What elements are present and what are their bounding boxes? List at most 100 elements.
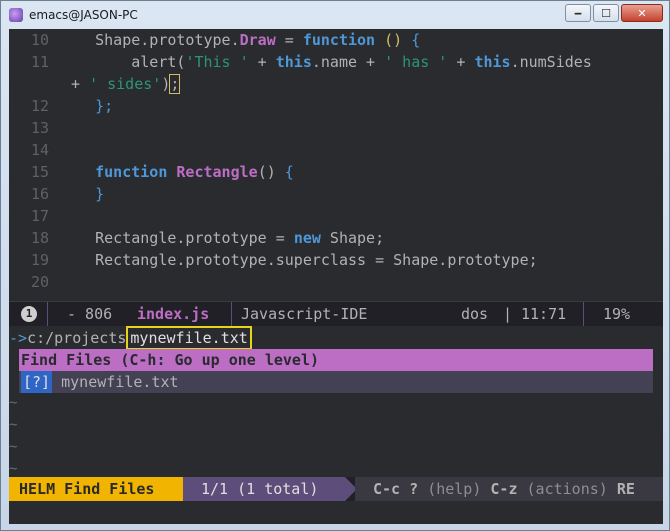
- line-number: 12: [30, 97, 49, 115]
- line-number: 18: [30, 229, 49, 247]
- code-line[interactable]: 10 Shape.prototype.Draw = function () {: [9, 29, 663, 51]
- line-number: 13: [30, 119, 49, 137]
- code-line[interactable]: 15 function Rectangle() {: [9, 161, 663, 183]
- empty-line-tilde: ~: [9, 417, 18, 433]
- line-number: 19: [30, 251, 49, 269]
- code-line[interactable]: + ' sides');: [9, 73, 663, 95]
- line-number: 17: [30, 207, 49, 225]
- code-token: ;: [169, 74, 181, 94]
- code-token: this: [275, 53, 312, 71]
- code-token: Shape;: [320, 229, 385, 247]
- mode-line: 1 - 806 index.js Javascript-IDE dos | 11…: [9, 301, 663, 326]
- window-number-badge: 1: [21, 306, 37, 322]
- helm-source-header: Find Files (C-h: Go up one level): [19, 349, 653, 371]
- line-number: 14: [30, 141, 49, 159]
- new-file-marker: [?]: [21, 371, 53, 393]
- filename-input[interactable]: mynewfile.txt: [126, 326, 252, 350]
- line-text: Shape.prototype.Draw = function () {: [59, 29, 420, 51]
- code-token: function: [302, 31, 376, 49]
- prompt-arrow: ->: [9, 329, 28, 347]
- code-token: function: [95, 163, 168, 181]
- mode-line-separator: [583, 302, 584, 326]
- helm-candidate-count: 1/1 (1 total): [183, 477, 357, 501]
- code-token: };: [95, 97, 114, 115]
- code-token: {: [411, 31, 421, 49]
- line-text: alert('This ' + this.name + ' has ' + th…: [59, 51, 592, 73]
- emacs-frame: 10 Shape.prototype.Draw = function () {1…: [9, 29, 663, 524]
- code-token: .name +: [311, 53, 385, 71]
- code-token: Rectangle.prototype.superclass = Shape.p…: [59, 251, 538, 269]
- code-token: +: [71, 75, 90, 93]
- minimize-button[interactable]: 🗕: [565, 4, 591, 22]
- mode-line-bar: |: [503, 305, 513, 323]
- major-mode[interactable]: Javascript-IDE: [241, 302, 367, 326]
- code-token: }: [95, 185, 105, 203]
- return-key: RE: [616, 480, 635, 498]
- code-line[interactable]: 20: [9, 271, 663, 293]
- close-button[interactable]: ✕: [621, 4, 663, 22]
- window-title: emacs@JASON-PC: [29, 8, 138, 22]
- line-text: };: [59, 95, 113, 117]
- window-controls: 🗕 ☐ ✕: [565, 4, 663, 22]
- line-number: 15: [30, 163, 49, 181]
- code-line[interactable]: 13: [9, 117, 663, 139]
- code-token: Shape.prototype.: [59, 31, 240, 49]
- line-number: 16: [30, 185, 49, 203]
- code-line[interactable]: 12 };: [9, 95, 663, 117]
- code-token: {: [284, 163, 294, 181]
- code-token: ' has ': [384, 53, 448, 71]
- code-token: (): [384, 31, 403, 49]
- title-bar[interactable]: emacs@JASON-PC 🗕 ☐ ✕: [1, 1, 669, 29]
- echo-area: [9, 501, 663, 524]
- line-text: + ' sides');: [71, 73, 181, 95]
- mode-line-separator: [47, 302, 48, 326]
- candidate-name: mynewfile.txt: [61, 373, 179, 391]
- prompt-directory: c:/projects: [27, 329, 127, 347]
- line-number: 10: [30, 31, 49, 49]
- line-text: }: [59, 183, 104, 205]
- line-ending: dos: [461, 305, 489, 323]
- code-token: (): [257, 163, 285, 181]
- code-token: new: [293, 229, 321, 247]
- code-token: Rectangle: [176, 163, 258, 181]
- code-line[interactable]: 16 }: [9, 183, 663, 205]
- line-text: Rectangle.prototype.superclass = Shape.p…: [59, 249, 538, 271]
- mode-line-separator: [231, 302, 232, 326]
- helm-tag: HELM Find Files: [9, 477, 195, 501]
- code-line[interactable]: 14: [9, 139, 663, 161]
- code-line[interactable]: 11 alert('This ' + this.name + ' has ' +…: [9, 51, 663, 73]
- empty-line-tilde: ~: [9, 439, 18, 455]
- actions-hint: (actions): [526, 480, 608, 498]
- minibuffer[interactable]: ->c:/projects mynewfile.txt: [9, 326, 663, 350]
- help-key: C-c ?: [373, 480, 419, 498]
- actions-key: C-z: [490, 480, 518, 498]
- helm-mode-line: HELM Find Files 1/1 (1 total) C-c ? (hel…: [9, 477, 663, 501]
- line-number: 20: [30, 273, 49, 291]
- maximize-button[interactable]: ☐: [593, 4, 619, 22]
- buffer-size: - 806: [67, 305, 113, 323]
- code-token: .numSides: [510, 53, 592, 71]
- code-token: this: [474, 53, 511, 71]
- emacs-window: emacs@JASON-PC 🗕 ☐ ✕ 10 Shape.prototype.…: [0, 0, 670, 531]
- code-editor[interactable]: 10 Shape.prototype.Draw = function () {1…: [9, 29, 663, 299]
- line-number: 11: [30, 53, 49, 71]
- code-token: 'This ': [185, 53, 249, 71]
- code-line[interactable]: 19 Rectangle.prototype.superclass = Shap…: [9, 249, 663, 271]
- line-text: Rectangle.prototype = new Shape;: [59, 227, 384, 249]
- empty-line-tilde: ~: [9, 395, 18, 411]
- line-text: function Rectangle() {: [59, 161, 294, 183]
- code-token: ' sides': [89, 75, 162, 93]
- code-line[interactable]: 17: [9, 205, 663, 227]
- help-hint: (help): [427, 480, 482, 498]
- code-token: Rectangle.prototype =: [59, 229, 294, 247]
- helm-candidate[interactable]: [?] mynewfile.txt: [19, 371, 653, 393]
- emacs-app-icon: [9, 8, 23, 22]
- cursor-position: 11:71: [521, 305, 567, 323]
- code-token: alert(: [59, 53, 186, 71]
- code-line[interactable]: 18 Rectangle.prototype = new Shape;: [9, 227, 663, 249]
- buffer-name[interactable]: index.js: [137, 302, 209, 326]
